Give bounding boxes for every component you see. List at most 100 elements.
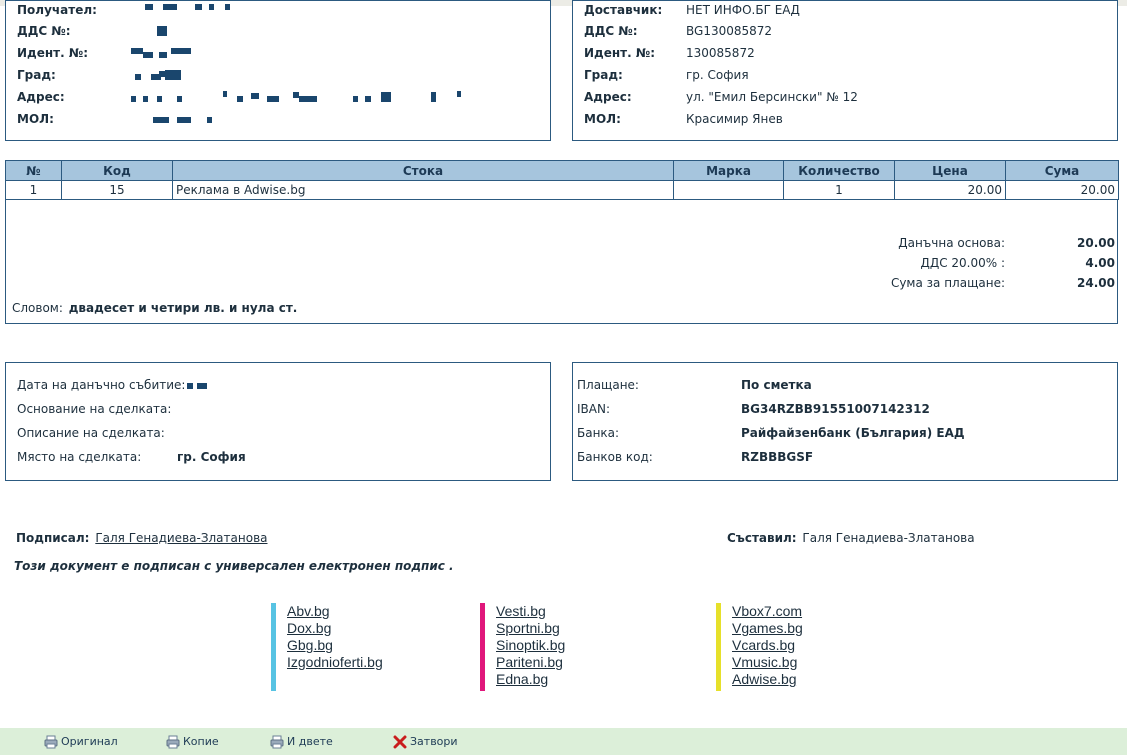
- supplier-id-value: 130085872: [686, 46, 755, 60]
- col-header-item: Стока: [172, 160, 674, 181]
- recipient-vat-label: ДДС №:: [17, 24, 71, 38]
- link-vgames[interactable]: Vgames.bg: [732, 620, 803, 637]
- items-table: № Код Стока Марка Количество Цена Сума 1…: [5, 160, 1119, 200]
- deal-place-value: гр. София: [177, 450, 246, 464]
- printer-icon: [44, 735, 58, 749]
- link-vbox7[interactable]: Vbox7.com: [732, 603, 802, 620]
- totals-box: Данъчна основа: 20.00 ДДС 20.00% : 4.00 …: [5, 200, 1118, 324]
- col-header-qty: Количество: [783, 160, 895, 181]
- iban-value: BG34RZBB91551007142312: [741, 402, 930, 416]
- supplier-mol-value: Красимир Янев: [686, 112, 783, 126]
- supplier-name-label: Доставчик:: [584, 3, 663, 17]
- composed-by-name: Галя Генадиева-Златанова: [802, 531, 975, 545]
- cell-code: 15: [61, 180, 173, 200]
- col-header-sum: Сума: [1005, 160, 1119, 181]
- cell-sum: 20.00: [1005, 180, 1119, 200]
- bank-code-label: Банков код:: [577, 450, 653, 464]
- tax-event-date-redacted: [187, 375, 227, 393]
- recipient-vat-redacted: [119, 22, 479, 40]
- close-label: Затвори: [410, 735, 458, 748]
- tax-base-label: Данъчна основа:: [898, 236, 1005, 250]
- deal-place-label: Място на сделката:: [17, 450, 142, 464]
- close-icon: [393, 735, 407, 749]
- link-vesti[interactable]: Vesti.bg: [496, 603, 546, 620]
- in-words-label: Словом:: [12, 301, 63, 315]
- supplier-vat-value: BG130085872: [686, 24, 773, 38]
- recipient-mol-label: МОЛ:: [17, 112, 54, 126]
- signed-by: Подписал: Галя Генадиева-Златанова: [16, 529, 268, 547]
- payment-box: Плащане: По сметка IBAN: BG34RZBB9155100…: [572, 362, 1118, 481]
- total-value: 24.00: [1077, 276, 1115, 290]
- supplier-address-value: ул. "Емил Берсински" № 12: [686, 90, 858, 104]
- link-pariteni[interactable]: Pariteni.bg: [496, 654, 563, 671]
- composed-by: Съставил: Галя Генадиева-Златанова: [727, 529, 975, 547]
- transaction-box: Дата на данъчно събитие: Основание на сд…: [5, 362, 551, 481]
- col-header-code: Код: [61, 160, 173, 181]
- printer-icon: [166, 735, 180, 749]
- amount-in-words: Словом: двадесет и четири лв. и нула ст.: [12, 298, 297, 318]
- recipient-address-redacted: [119, 88, 479, 106]
- iban-label: IBAN:: [577, 402, 610, 416]
- e-signature-note: Този документ е подписан с универсален е…: [14, 559, 454, 573]
- supplier-name-value: НЕТ ИНФО.БГ ЕАД: [686, 3, 800, 17]
- supplier-address-label: Адрес:: [584, 90, 632, 104]
- bank-label: Банка:: [577, 426, 620, 440]
- links-column-1-bar: [271, 603, 276, 691]
- link-gbg[interactable]: Gbg.bg: [287, 637, 333, 654]
- supplier-box: Доставчик: НЕТ ИНФО.БГ ЕАД ДДС №: BG1300…: [572, 0, 1118, 141]
- links-column-3-bar: [716, 603, 721, 691]
- printer-icon: [270, 735, 284, 749]
- vat-value: 4.00: [1085, 256, 1115, 270]
- col-header-brand: Марка: [673, 160, 784, 181]
- signed-by-link[interactable]: Галя Генадиева-Златанова: [95, 531, 267, 545]
- print-both-label: И двете: [287, 735, 333, 748]
- payment-method-value: По сметка: [741, 378, 812, 392]
- payment-method-label: Плащане:: [577, 378, 639, 392]
- cell-no: 1: [5, 180, 62, 200]
- footer-toolbar: Оригинал Копие И двете Затвори: [0, 728, 1127, 755]
- recipient-id-redacted: [119, 44, 479, 62]
- recipient-box: Получател: ДДС №: Идент. №: Град: Адрес:…: [5, 0, 551, 141]
- link-sportni[interactable]: Sportni.bg: [496, 620, 560, 637]
- deal-description-label: Описание на сделката:: [17, 426, 165, 440]
- supplier-mol-label: МОЛ:: [584, 112, 621, 126]
- tax-base-value: 20.00: [1077, 236, 1115, 250]
- table-row: 1 15 Реклама в Adwise.bg 1 20.00 20.00: [5, 180, 1119, 200]
- signed-by-label: Подписал:: [16, 531, 90, 545]
- print-copy-label: Копие: [183, 735, 219, 748]
- link-sinoptik[interactable]: Sinoptik.bg: [496, 637, 565, 654]
- recipient-mol-redacted: [119, 110, 479, 128]
- col-header-price: Цена: [894, 160, 1006, 181]
- supplier-city-value: гр. София: [686, 68, 749, 82]
- col-header-no: №: [5, 160, 62, 181]
- bank-code-value: RZBBBGSF: [741, 450, 814, 464]
- deal-basis-label: Основание на сделката:: [17, 402, 172, 416]
- cell-price: 20.00: [894, 180, 1006, 200]
- link-izgodnioferti[interactable]: Izgodnioferti.bg: [287, 654, 383, 671]
- items-header-row: № Код Стока Марка Количество Цена Сума: [5, 160, 1119, 181]
- link-dox[interactable]: Dox.bg: [287, 620, 331, 637]
- recipient-name-label: Получател:: [17, 3, 97, 17]
- recipient-city-redacted: [119, 66, 479, 84]
- cell-item: Реклама в Adwise.bg: [172, 180, 674, 200]
- recipient-id-label: Идент. №:: [17, 46, 89, 60]
- recipient-name-redacted: [119, 1, 479, 19]
- link-vmusic[interactable]: Vmusic.bg: [732, 654, 797, 671]
- supplier-id-label: Идент. №:: [584, 46, 656, 60]
- composed-by-label: Съставил:: [727, 531, 797, 545]
- in-words-value: двадесет и четири лв. и нула ст.: [68, 301, 298, 315]
- cell-brand: [673, 180, 784, 200]
- vat-label: ДДС 20.00% :: [920, 256, 1005, 270]
- cell-qty: 1: [783, 180, 895, 200]
- link-adwise[interactable]: Adwise.bg: [732, 671, 797, 688]
- tax-event-date-label: Дата на данъчно събитие:: [17, 378, 186, 392]
- supplier-city-label: Град:: [584, 68, 623, 82]
- link-vcards[interactable]: Vcards.bg: [732, 637, 795, 654]
- recipient-city-label: Град:: [17, 68, 56, 82]
- total-label: Сума за плащане:: [890, 276, 1005, 290]
- link-abv[interactable]: Abv.bg: [287, 603, 330, 620]
- print-original-label: Оригинал: [61, 735, 118, 748]
- link-edna[interactable]: Edna.bg: [496, 671, 548, 688]
- bank-value: Райфайзенбанк (България) ЕАД: [741, 426, 965, 440]
- supplier-vat-label: ДДС №:: [584, 24, 638, 38]
